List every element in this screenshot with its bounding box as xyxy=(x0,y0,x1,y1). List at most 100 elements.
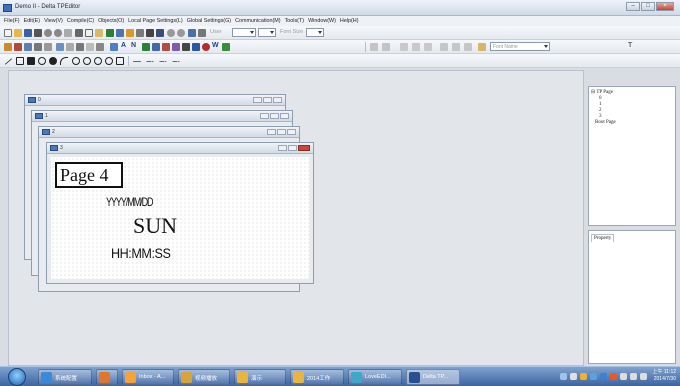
pipe-object-icon[interactable] xyxy=(44,43,52,51)
page-window-3[interactable]: 3 Page 4 YYYY/MM/DD SUN HH:MM:SS xyxy=(46,142,314,284)
redo-icon[interactable] xyxy=(54,29,62,37)
taskbar-item-media[interactable] xyxy=(96,369,118,385)
line-style-dash-icon[interactable] xyxy=(146,61,154,62)
menu-objects[interactable]: Objects(O) xyxy=(97,16,127,26)
page-canvas[interactable]: Page 4 YYYY/MM/DD SUN HH:MM:SS xyxy=(51,157,309,279)
tray-icon[interactable] xyxy=(570,373,577,380)
menu-window[interactable]: Window(W) xyxy=(307,16,339,26)
language-combo[interactable] xyxy=(258,28,276,37)
font-color-icon[interactable] xyxy=(478,43,486,51)
undo-icon[interactable] xyxy=(44,29,52,37)
taskbar-item-video[interactable]: 视频播放 xyxy=(178,369,230,385)
page-label-object[interactable]: Page 4 xyxy=(55,162,123,188)
page-window-titlebar[interactable]: 2 xyxy=(39,127,299,138)
volume-icon[interactable] xyxy=(630,373,637,380)
input-object-icon[interactable] xyxy=(66,43,74,51)
open-folder-icon[interactable] xyxy=(14,29,22,37)
minimize-icon[interactable] xyxy=(260,113,269,119)
property-tab[interactable]: Property xyxy=(591,234,615,242)
print-icon[interactable] xyxy=(34,29,42,37)
picture-object-icon[interactable] xyxy=(152,43,160,51)
page-window-titlebar[interactable]: 1 xyxy=(32,111,292,122)
sector-icon[interactable] xyxy=(105,57,113,65)
minimize-icon[interactable] xyxy=(253,97,262,103)
tray-icon[interactable] xyxy=(580,373,587,380)
day-display-object[interactable]: SUN xyxy=(133,213,177,239)
taskbar-item-browser[interactable]: 系统配置 xyxy=(38,369,92,385)
align-left-icon[interactable] xyxy=(370,43,378,51)
align-top-icon[interactable] xyxy=(400,43,408,51)
copy-icon[interactable] xyxy=(85,29,93,37)
page-window-titlebar[interactable]: 3 xyxy=(47,143,313,154)
text-object-icon[interactable]: A xyxy=(121,42,126,49)
menu-help[interactable]: Help(H) xyxy=(339,16,362,26)
polygon-icon[interactable] xyxy=(116,57,124,65)
filled-circle-icon[interactable] xyxy=(49,57,57,65)
meter-object-icon[interactable] xyxy=(34,43,42,51)
line-style-dashdot-icon[interactable] xyxy=(172,61,180,62)
tray-icon[interactable] xyxy=(590,373,597,380)
upload-icon[interactable] xyxy=(126,29,134,37)
restore-icon[interactable] xyxy=(288,145,297,151)
keyboard-object-icon[interactable] xyxy=(182,43,190,51)
rectangle-icon[interactable] xyxy=(16,57,24,65)
align-bottom-icon[interactable] xyxy=(424,43,432,51)
minimize-icon[interactable] xyxy=(278,145,287,151)
window-object-icon[interactable] xyxy=(192,43,200,51)
zoom-combo[interactable] xyxy=(232,28,256,37)
line-style-solid-icon[interactable] xyxy=(133,61,141,62)
trend-object-icon[interactable] xyxy=(96,43,104,51)
align-center-icon[interactable] xyxy=(382,43,390,51)
record-object-icon[interactable] xyxy=(202,43,210,51)
bold-icon[interactable] xyxy=(440,43,448,51)
menu-communication[interactable]: Communication(M) xyxy=(234,16,284,26)
taskbar-item-editor[interactable]: LoveEDI... xyxy=(348,369,402,385)
communication-icon[interactable] xyxy=(156,29,164,37)
select-arrow-icon[interactable] xyxy=(110,43,118,51)
chart-object-icon[interactable] xyxy=(56,43,64,51)
close-icon[interactable] xyxy=(273,97,282,103)
online-icon[interactable] xyxy=(188,29,196,37)
pie-icon[interactable] xyxy=(94,57,102,65)
ellipse-icon[interactable] xyxy=(72,57,80,65)
maximize-button[interactable]: □ xyxy=(641,2,655,11)
menu-local-page-settings[interactable]: Local Page Settings(L) xyxy=(127,16,186,26)
minimize-button[interactable]: – xyxy=(626,2,640,11)
bar-object-icon[interactable] xyxy=(24,43,32,51)
cut-icon[interactable] xyxy=(75,29,83,37)
page-window-titlebar[interactable]: 0 xyxy=(25,95,285,106)
sound-object-icon[interactable] xyxy=(162,43,170,51)
restore-icon[interactable] xyxy=(277,129,286,135)
restore-icon[interactable] xyxy=(270,113,279,119)
taskbar-item-work[interactable]: 2014工作 xyxy=(290,369,344,385)
close-icon[interactable] xyxy=(298,145,310,151)
text-tool-icon[interactable]: T xyxy=(628,42,632,49)
italic-icon[interactable] xyxy=(452,43,460,51)
menu-file[interactable]: File(F) xyxy=(3,16,23,26)
taskbar-item-inbox[interactable]: Inbox - A... xyxy=(122,369,174,385)
tree-item-boot-page[interactable]: Boot Page xyxy=(591,120,673,126)
circle-icon[interactable] xyxy=(38,57,46,65)
start-button[interactable] xyxy=(8,368,26,386)
close-icon[interactable] xyxy=(287,129,296,135)
paste-icon[interactable] xyxy=(95,29,103,37)
taskbar-item-demo[interactable]: 演示 xyxy=(234,369,286,385)
transfer-icon[interactable] xyxy=(146,29,154,37)
filled-rectangle-icon[interactable] xyxy=(27,57,35,65)
date-display-object[interactable]: YYYY/MM/DD xyxy=(106,195,154,209)
time-display-object[interactable]: HH:MM:SS xyxy=(111,245,171,261)
settings-icon[interactable] xyxy=(64,29,72,37)
new-file-icon[interactable] xyxy=(4,29,12,37)
taskbar-item-tpeditor[interactable]: Delta TP... xyxy=(406,369,460,385)
alarm-object-icon[interactable] xyxy=(86,43,94,51)
tray-icon[interactable] xyxy=(600,373,607,380)
image-object-icon[interactable] xyxy=(172,43,180,51)
clock[interactable]: 上午 11:12 2014/7/30 xyxy=(652,369,676,383)
download-icon[interactable] xyxy=(116,29,124,37)
battery-icon[interactable] xyxy=(640,373,647,380)
close-icon[interactable] xyxy=(280,113,289,119)
menu-tools[interactable]: Tools(T) xyxy=(284,16,307,26)
project-tree[interactable]: ⊟ TP Page 0 1 2 3 Boot Page xyxy=(588,86,676,226)
tray-icon[interactable] xyxy=(610,373,617,380)
network-icon[interactable] xyxy=(620,373,627,380)
